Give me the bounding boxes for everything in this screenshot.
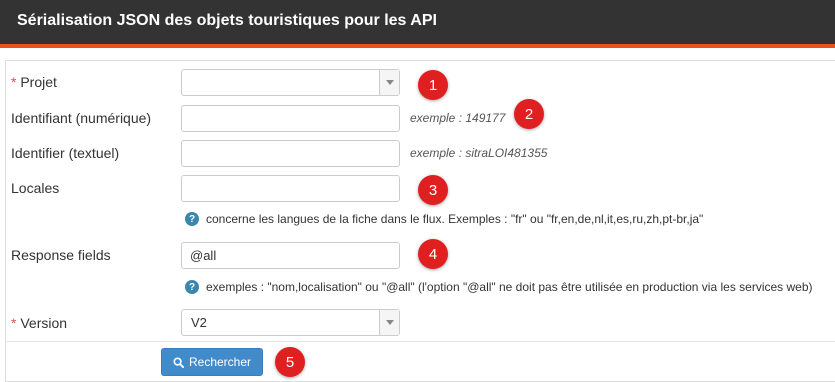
annotation-badge-3: 3: [418, 175, 448, 205]
identifier-input[interactable]: [181, 140, 400, 167]
page-header: Sérialisation JSON des objets touristiqu…: [0, 0, 835, 48]
locales-help-text: concerne les langues de la fiche dans le…: [206, 212, 704, 226]
response-fields-help-text: exemples : "nom,localisation" ou "@all" …: [206, 280, 813, 294]
chevron-down-icon[interactable]: [379, 310, 399, 335]
identifier-label: Identifier (textuel): [11, 145, 120, 161]
locales-label: Locales: [11, 180, 60, 196]
annotation-badge-5: 5: [275, 347, 305, 377]
response-fields-help: ? exemples : "nom,localisation" ou "@all…: [185, 280, 813, 294]
identifiant-label: Identifiant (numérique): [11, 110, 152, 126]
search-button-label: Rechercher: [188, 355, 252, 369]
projet-label: * Projet: [11, 74, 57, 90]
identifier-example: exemple : sitraLOI481355: [410, 146, 548, 160]
question-circle-icon: ?: [185, 280, 199, 294]
page-title: Sérialisation JSON des objets touristiqu…: [17, 12, 437, 29]
response-fields-label: Response fields: [11, 247, 111, 263]
annotation-badge-4: 4: [418, 239, 448, 269]
locales-input[interactable]: [181, 175, 400, 202]
chevron-down-icon[interactable]: [379, 70, 399, 95]
projet-select[interactable]: [181, 69, 400, 96]
identifiant-input[interactable]: [181, 105, 400, 132]
question-circle-icon: ?: [185, 212, 199, 226]
form-divider: [5, 341, 835, 342]
version-select[interactable]: V2: [181, 309, 400, 336]
locales-help: ? concerne les langues de la fiche dans …: [185, 212, 703, 226]
search-icon: [173, 356, 184, 368]
identifiant-example: exemple : 149177: [410, 111, 506, 125]
annotation-badge-1: 1: [418, 70, 448, 100]
response-fields-input[interactable]: [181, 242, 400, 269]
version-label: * Version: [11, 315, 68, 331]
search-button[interactable]: Rechercher: [161, 348, 263, 376]
version-select-value: V2: [191, 315, 207, 330]
annotation-badge-2: 2: [514, 99, 544, 129]
